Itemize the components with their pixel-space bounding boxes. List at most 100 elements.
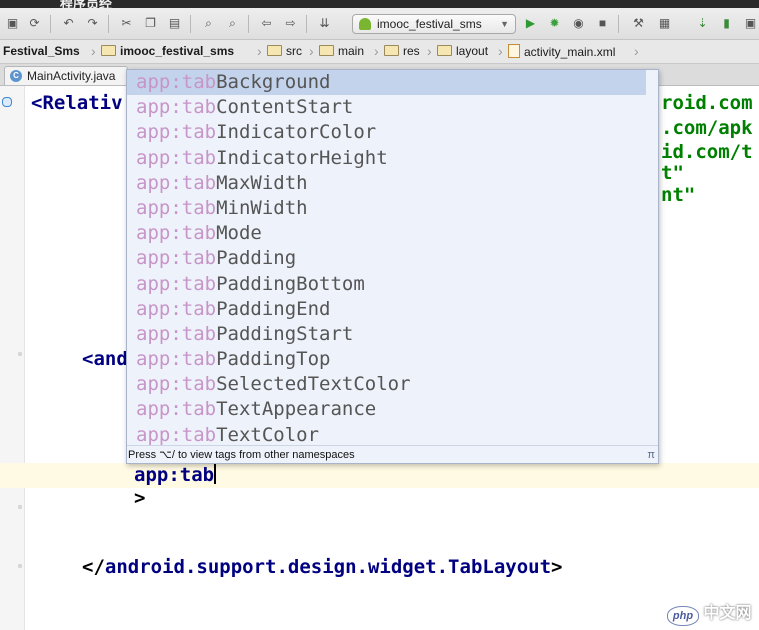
pi-icon[interactable]: π [647,446,655,464]
completion-item[interactable]: app:tabBackground [127,70,646,96]
breadcrumb-item-layout[interactable]: layout [437,44,488,59]
make-project-icon[interactable]: ⇊ [316,15,333,32]
completion-list[interactable]: app:tabBackground app:tabContentStart app:… [127,70,658,448]
completion-item-prefix: app:tab [136,146,217,169]
folder-icon [267,45,282,56]
code-completion-popup[interactable]: app:tabBackground app:tabContentStart app:… [126,69,659,464]
chevron-down-icon: ▼ [500,19,509,29]
completion-item-label: SelectedTextColor [216,373,411,396]
completion-item[interactable]: app:tabPaddingTop [127,347,658,372]
breadcrumb-item-main[interactable]: main [319,44,364,59]
copy-icon[interactable]: ❐ [142,15,159,32]
run-configuration-select[interactable]: imooc_festival_sms ▼ [352,14,516,34]
code-editor[interactable]: <Relativ roid.com .com/apk id.com/t t" n… [0,69,759,630]
completion-item[interactable]: app:tabMaxWidth [127,171,658,196]
breadcrumb-item-src[interactable]: src [267,44,302,59]
run-icon[interactable]: ▶ [522,15,539,32]
completion-item-prefix: app:tab [136,247,217,270]
main-toolbar: ▣ ⟳ ↶ ↷ ✂ ❐ ▤ ⌕ ⌕ ⇦ ⇨ ⇊ imooc_festival_s… [0,8,759,40]
completion-item-label: PaddingStart [216,322,354,345]
code-fragment: t" [661,162,684,184]
completion-item-prefix: app:tab [136,222,217,245]
completion-item-label: ContentStart [216,96,354,119]
completion-footer: Press ⌥/ to view tags from other namespa… [127,445,658,463]
completion-item[interactable]: app:tabIndicatorColor [127,120,658,145]
breadcrumb-separator: › [309,43,314,59]
breadcrumb-item-file[interactable]: activity_main.xml [508,44,615,60]
completion-item[interactable]: app:tabPaddingEnd [127,297,658,322]
class-icon: C [10,70,22,82]
save-icon[interactable]: ▣ [4,15,21,32]
sync-icon[interactable]: ⟳ [26,15,43,32]
completion-item-label: PaddingTop [216,348,331,371]
toolbar-divider [618,15,619,33]
find-icon[interactable]: ⌕ [200,15,217,32]
avd-manager-icon[interactable]: ▮ [718,15,735,32]
sdk-manager-icon[interactable]: ⇣ [694,15,711,32]
breadcrumb-item-module[interactable]: imooc_festival_sms [101,44,234,59]
debug-icon[interactable]: ✹ [546,15,563,32]
completion-item[interactable]: app:tabContentStart [127,95,658,120]
breadcrumb-item-res[interactable]: res [384,44,420,59]
attach-debugger-icon[interactable]: ◉ [570,15,587,32]
completion-item[interactable]: app:tabPaddingStart [127,322,658,347]
xml-file-icon [508,44,520,58]
breadcrumb-separator: › [374,43,379,59]
current-line-highlight [0,463,759,488]
folder-icon [101,45,116,56]
window-titlebar: 程序员经 [0,0,759,11]
android-monitor-icon[interactable]: ▣ [742,15,759,32]
redo-icon[interactable]: ↷ [84,15,101,32]
stop-icon[interactable]: ■ [594,15,611,32]
code-line-relativelayout: <Relativ [31,92,123,114]
layout-marker-icon[interactable] [2,97,12,107]
paste-icon[interactable]: ▤ [166,15,183,32]
run-configuration-label: imooc_festival_sms [377,17,482,31]
fold-marker-icon[interactable] [18,505,22,509]
completion-item-label: TextAppearance [216,398,377,421]
completion-item-label: Mode [216,222,262,245]
code-line-typed-attribute: app:tab [134,464,217,486]
breadcrumb-item-project[interactable]: Festival_Sms [3,44,80,59]
completion-item[interactable]: app:tabTextAppearance [127,397,658,422]
editor-gutter [0,86,25,630]
android-icon [359,18,371,30]
replace-icon[interactable]: ⌕ [224,15,241,32]
completion-item-label: IndicatorHeight [216,146,388,169]
toolbar-divider [190,15,191,33]
completion-item-label: Background [216,71,331,93]
undo-icon[interactable]: ↶ [60,15,77,32]
breadcrumb: Festival_Sms › imooc_festival_sms › src … [0,40,759,64]
settings-icon[interactable]: ⚒ [630,15,647,32]
breadcrumb-separator: › [498,43,503,59]
breadcrumb-separator: › [257,43,262,59]
completion-item[interactable]: app:tabMode [127,221,658,246]
completion-item[interactable]: app:tabMinWidth [127,196,658,221]
completion-item-prefix: app:tab [136,96,217,119]
completion-item[interactable]: app:tabIndicatorHeight [127,146,658,171]
forward-arrow-icon[interactable]: ⇨ [282,15,299,32]
completion-item-prefix: app:tab [136,348,217,371]
completion-item[interactable]: app:tabPaddingBottom [127,272,658,297]
completion-item-label: PaddingBottom [216,272,365,295]
code-line-tablayout-close: </android.support.design.widget.TabLayou… [82,556,563,578]
completion-item-prefix: app:tab [136,196,217,219]
fold-marker-icon[interactable] [18,564,22,568]
back-arrow-icon[interactable]: ⇦ [258,15,275,32]
completion-item-prefix: app:tab [136,171,217,194]
completion-hint: Press ⌥/ to view tags from other namespa… [128,449,355,461]
folder-icon [437,45,452,56]
completion-item-label: Padding [216,247,297,270]
completion-item-prefix: app:tab [136,297,217,320]
text-cursor [214,464,217,484]
fold-marker-icon[interactable] [18,352,22,356]
watermark-text: 中文网 [703,605,752,622]
completion-item[interactable]: app:tabSelectedTextColor [127,372,658,397]
tab-main-activity[interactable]: C MainActivity.java [4,66,128,85]
folder-icon [319,45,334,56]
completion-item[interactable]: app:tabPadding [127,246,658,271]
toolbar-divider [108,15,109,33]
cut-icon[interactable]: ✂ [118,15,135,32]
code-line-tablayout-open: <and [82,348,128,370]
project-structure-icon[interactable]: ▦ [656,15,673,32]
